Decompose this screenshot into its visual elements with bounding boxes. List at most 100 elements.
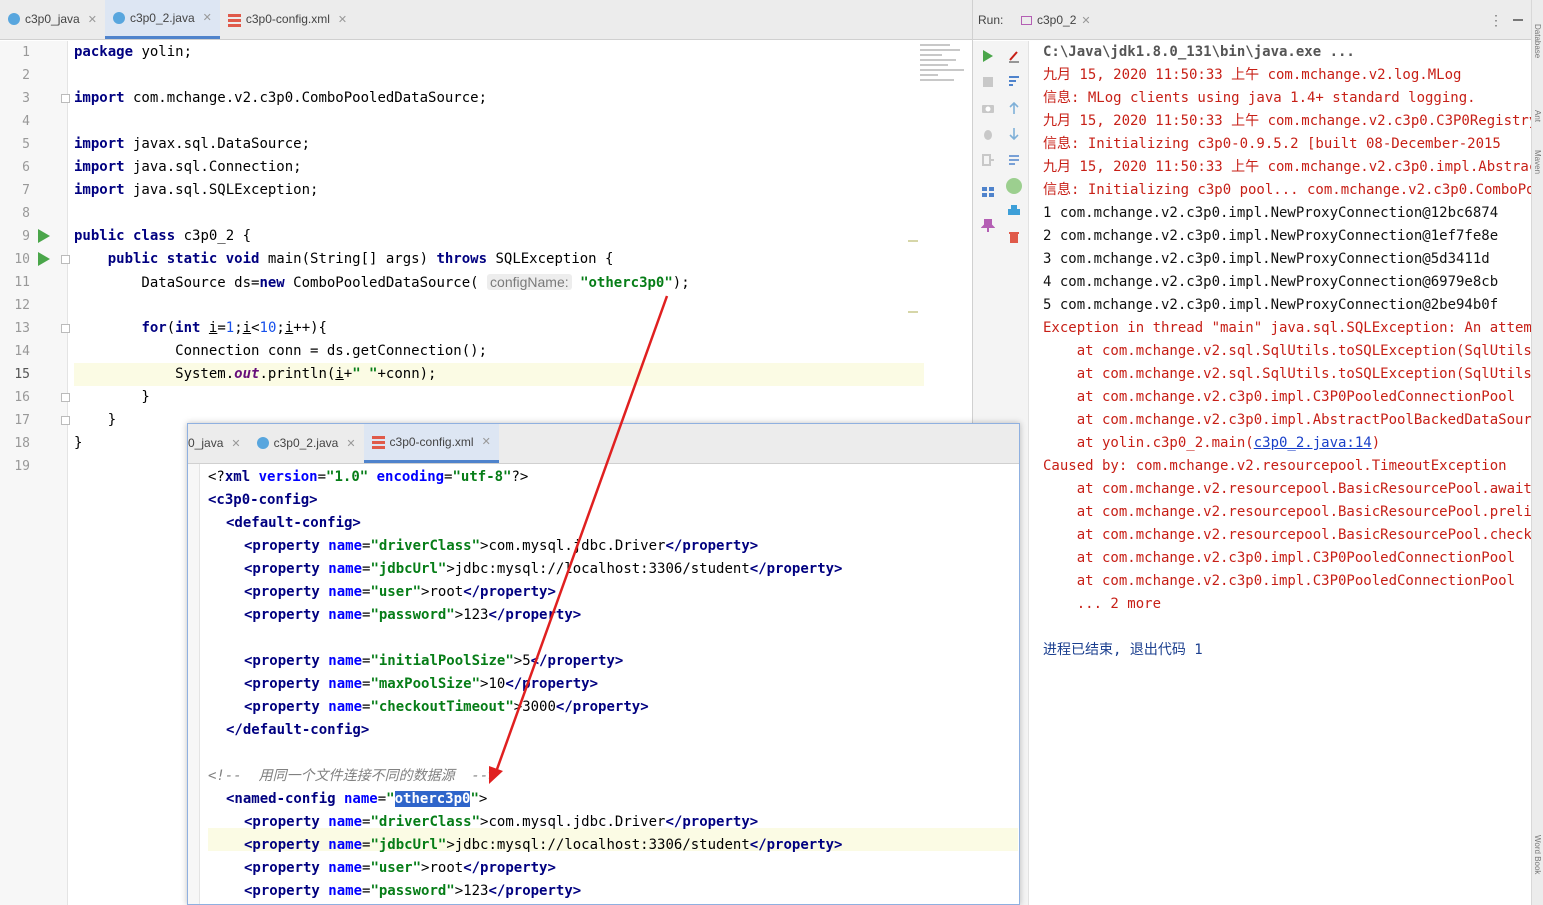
soft-wrap-icon[interactable]	[1007, 153, 1021, 167]
code-line-9: public class c3p0_2 {	[74, 228, 252, 244]
print-icon[interactable]	[1007, 204, 1021, 218]
fold-icon[interactable]	[61, 393, 70, 402]
xml-comment: <!-- 用同一个文件连接不同的数据源 -->	[208, 768, 497, 784]
console-line: 进程已结束, 退出代码 1	[1043, 642, 1203, 658]
close-icon[interactable]: ✕	[482, 435, 491, 448]
console-line: 1 com.mchange.v2.c3p0.impl.NewProxyConne…	[1043, 205, 1499, 221]
minimap[interactable]	[920, 44, 968, 104]
close-icon[interactable]: ✕	[1081, 14, 1090, 27]
property-line: <property name="jdbcUrl">jdbc:mysql://lo…	[244, 561, 843, 577]
tab-c3p0-2-java[interactable]: c3p0_2.java ✕	[104, 0, 220, 39]
tab-c3p0-2-java[interactable]: c3p0_2.java ✕	[249, 424, 364, 463]
console-line: Caused by: com.mchange.v2.resourcepool.T…	[1043, 458, 1507, 474]
close-icon[interactable]: ✕	[203, 11, 212, 24]
code-line-17: }	[74, 412, 117, 428]
console-line: at com.mchange.v2.resourcepool.BasicReso…	[1076, 504, 1533, 520]
debug-icon[interactable]	[981, 127, 995, 141]
property-line: <property name="password">123</property>	[244, 883, 582, 899]
code-line-11: DataSource ds=new ComboPooledDataSource(…	[74, 274, 690, 291]
console-line: at yolin.c3p0_2.main(c3p0_2.java:14)	[1043, 435, 1381, 451]
c3p0-config-tag: <c3p0-config>	[208, 492, 318, 508]
close-icon[interactable]: ✕	[231, 437, 240, 450]
clear-icon[interactable]	[1007, 49, 1021, 63]
line-number: 9	[22, 229, 30, 244]
default-config-close-tag: </default-config>	[226, 722, 370, 738]
run-header: Run: c3p0_2 ✕ ⋮	[973, 0, 1543, 40]
line-number: 14	[14, 344, 30, 359]
stack-trace-link[interactable]: c3p0_2.java:14	[1254, 435, 1372, 451]
maven-tool-label[interactable]: Maven	[1533, 150, 1542, 174]
pin-icon[interactable]	[981, 219, 995, 233]
java-class-icon	[256, 437, 269, 449]
code-line-13: for(int i=1;i<10;i++){	[141, 320, 327, 336]
parameter-hint: configName:	[487, 274, 572, 290]
close-icon[interactable]: ✕	[338, 13, 347, 26]
line-number: 11	[14, 275, 30, 290]
rerun-icon[interactable]	[981, 49, 995, 63]
line-number-gutter[interactable]: 1 2 3 4 5 6 7 8 9 10 11 12 13 14 15 16 1…	[0, 41, 70, 905]
tab-c3p0-config-xml[interactable]: c3p0-config.xml ✕	[220, 0, 355, 39]
property-line: <property name="maxPoolSize">10</propert…	[244, 676, 599, 692]
down-arrow-icon[interactable]	[1007, 127, 1021, 141]
run-tab-label: c3p0_2	[1037, 13, 1077, 27]
up-arrow-icon[interactable]	[1007, 101, 1021, 115]
tab-c3p0-java[interactable]: 0_java ✕	[188, 424, 249, 463]
run-tool-window: Run: c3p0_2 ✕ ⋮ C:\Java\jdk1.8.0_131\bin…	[972, 0, 1543, 905]
overlay-gutter[interactable]	[188, 464, 200, 904]
property-line: <property name="checkoutTimeout">3000</p…	[244, 699, 649, 715]
run-tab[interactable]: c3p0_2 ✕	[1021, 0, 1091, 40]
line-number: 10	[14, 252, 30, 267]
run-config-icon	[1021, 15, 1032, 25]
exit-icon[interactable]	[981, 153, 995, 167]
code-line-18: }	[74, 435, 83, 451]
fold-icon[interactable]	[61, 255, 70, 264]
trash-icon[interactable]	[1007, 230, 1021, 244]
word-book-tool-label[interactable]: Word Book	[1533, 835, 1542, 874]
close-icon[interactable]: ✕	[346, 437, 355, 450]
right-tool-strip: Database Ant Maven Word Book	[1531, 0, 1543, 905]
xml-config-overlay: 0_java ✕ c3p0_2.java ✕ c3p0-config.xml ✕…	[187, 423, 1020, 905]
close-icon[interactable]: ✕	[88, 13, 97, 26]
console-output[interactable]: C:\Java\jdk1.8.0_131\bin\java.exe ... 九月 …	[1043, 41, 1533, 905]
property-line: <property name="initialPoolSize">5</prop…	[244, 653, 624, 669]
minimize-icon[interactable]	[1513, 19, 1523, 21]
console-line: 信息: Initializing c3p0 pool... com.mchang…	[1043, 182, 1533, 198]
fold-icon[interactable]	[61, 94, 70, 103]
property-line: <property name="driverClass">com.mysql.j…	[244, 814, 759, 830]
tab-label: c3p0_2.java	[273, 436, 339, 450]
line-number: 3	[22, 91, 30, 106]
code-line-10: public static void main(String[] args) t…	[107, 251, 614, 267]
run-class-icon[interactable]	[38, 229, 50, 243]
line-number: 13	[14, 321, 30, 336]
code-line-6: import java.sql.Connection;	[74, 159, 302, 175]
layout-icon[interactable]	[981, 185, 995, 199]
ant-tool-label[interactable]: Ant	[1533, 110, 1542, 122]
fold-icon[interactable]	[61, 324, 70, 333]
xml-declaration: <?xml version="1.0" encoding="utf-8"?>	[208, 469, 529, 485]
line-number: 5	[22, 137, 30, 152]
xml-code-area[interactable]: <?xml version="1.0" encoding="utf-8"?> <…	[208, 464, 1018, 904]
fold-icon[interactable]	[61, 416, 70, 425]
line-number: 4	[22, 114, 30, 129]
line-number: 8	[22, 206, 30, 221]
tab-c3p0-java[interactable]: c3p0_java ✕	[0, 0, 105, 39]
code-line-15: System.out.println(i+" "+conn);	[74, 366, 437, 382]
database-tool-label[interactable]: Database	[1533, 24, 1542, 58]
line-number: 7	[22, 183, 30, 198]
status-circle-icon	[1006, 178, 1022, 194]
code-line-16: }	[74, 389, 150, 405]
more-options-icon[interactable]: ⋮	[1489, 12, 1503, 29]
sort-icon[interactable]	[1007, 75, 1021, 89]
code-line-5: import javax.sql.DataSource;	[74, 136, 311, 152]
tab-label: c3p0_2.java	[129, 10, 195, 25]
console-line: at com.mchange.v2.sql.SqlUtils.toSQLExce…	[1043, 343, 1533, 359]
line-number: 1	[22, 45, 30, 60]
tab-c3p0-config-xml[interactable]: c3p0-config.xml ✕	[363, 424, 499, 463]
run-main-icon[interactable]	[38, 252, 50, 266]
property-line: <property name="user">root</property>	[244, 860, 556, 876]
stop-icon[interactable]	[981, 75, 995, 89]
camera-icon[interactable]	[981, 101, 995, 115]
console-line: 信息: Initializing c3p0-0.9.5.2 [built 08-…	[1043, 136, 1501, 152]
line-number: 6	[22, 160, 30, 175]
line-number: 18	[14, 436, 30, 451]
